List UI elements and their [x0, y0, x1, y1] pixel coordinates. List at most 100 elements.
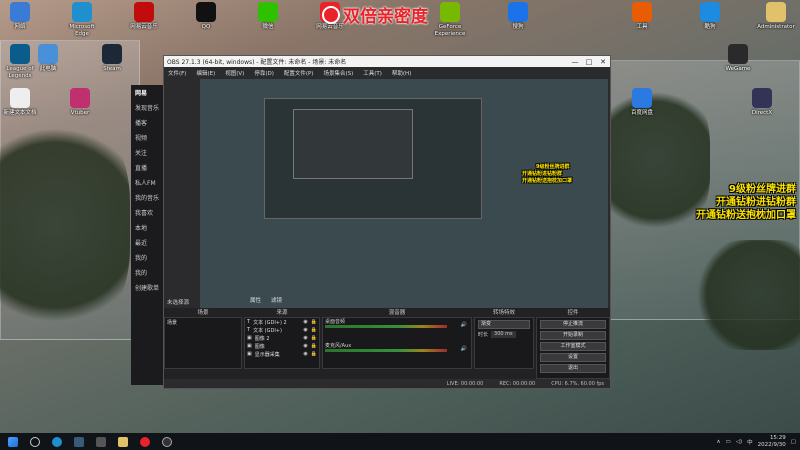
status-item: REC: 00:00:00 — [499, 380, 536, 387]
image-source-icon: ▣ — [247, 343, 252, 349]
control-button[interactable]: 开始录制 — [540, 331, 606, 340]
desktop-icon[interactable]: 网易云音乐 — [124, 2, 164, 31]
baidu-icon — [632, 88, 652, 108]
search-icon[interactable] — [30, 436, 40, 447]
volume-meter — [325, 325, 447, 328]
scene-item[interactable]: 场景 — [165, 318, 241, 326]
steam-icon — [102, 44, 122, 64]
transition-select[interactable]: 渐变 — [478, 320, 530, 329]
music-icon — [134, 2, 154, 22]
menu-item[interactable]: 场景集合(S) — [323, 69, 353, 77]
lock-icon[interactable]: 🔒 — [311, 351, 317, 357]
menu-item[interactable]: 停靠(D) — [254, 69, 274, 77]
desktop-icon[interactable]: QQ — [186, 2, 226, 31]
start-icon[interactable] — [8, 436, 18, 447]
edge-icon — [72, 2, 92, 22]
desktop-icon-label: 此电脑 — [39, 66, 57, 72]
control-button[interactable]: 退出 — [540, 364, 606, 373]
source-item[interactable]: ▣ 显示器采集 ◉ 🔒 — [245, 350, 319, 358]
desktop-icon[interactable]: Steam — [92, 44, 132, 73]
desktop-icon[interactable]: 网络 — [0, 2, 40, 31]
obs-preview[interactable]: 9级粉丝牌进群 开通钻粉进钻粉群 开通钻粉送抱枕加口罩 — [200, 79, 608, 309]
steam-taskbar-icon[interactable] — [74, 436, 84, 447]
edge-taskbar-icon[interactable] — [52, 436, 62, 447]
lock-icon[interactable]: 🔒 — [311, 335, 317, 341]
obs-titlebar: OBS 27.1.3 (64-bit, windows) - 配置文件: 未命名… — [164, 56, 610, 67]
control-button[interactable]: 设置 — [540, 353, 606, 362]
nested-preview-2 — [293, 109, 413, 179]
menu-item[interactable]: 文件(F) — [168, 69, 186, 77]
clock[interactable]: 15:29 2022/9/30 — [758, 435, 786, 448]
terminal-taskbar-icon[interactable] — [96, 436, 106, 447]
notification-icon[interactable]: ▢ — [791, 439, 796, 445]
duration-input[interactable]: 300 ms — [491, 331, 516, 338]
source-item[interactable]: ▣ 图像 ◉ 🔒 — [245, 342, 319, 350]
menu-item[interactable]: 工具(T) — [363, 69, 382, 77]
desktop-icon[interactable]: Microsoft Edge — [62, 2, 102, 37]
close-button[interactable]: ✕ — [596, 58, 610, 66]
desktop-icon-label: 新建文本文档 — [3, 110, 37, 116]
speaker-icon[interactable]: 🔊 — [461, 346, 467, 352]
menu-item[interactable]: 编辑(E) — [196, 69, 215, 77]
live-banner: 双倍亲密度 — [322, 2, 428, 27]
control-button[interactable]: 停止推流 — [540, 320, 606, 329]
input-language[interactable]: 中 — [747, 438, 753, 446]
netease-taskbar-icon[interactable] — [140, 436, 150, 447]
speaker-icon[interactable]: 🔊 — [461, 322, 467, 328]
desktop-icon-label: QQ — [201, 24, 211, 30]
volume-tray-icon[interactable]: ◁) — [736, 439, 742, 445]
sources-list[interactable]: T 文本 (GDI+) 2 ◉ 🔒 T 文本 (GDI+) ◉ 🔒 ▣ 图像 2 ◉ 🔒 ▣ 图像 ◉ 🔒 ▣ 显… — [244, 317, 320, 369]
scenes-list[interactable]: 场景 — [164, 317, 242, 369]
obs-taskbar-icon[interactable] — [162, 436, 172, 447]
lock-icon[interactable]: 🔒 — [311, 319, 317, 325]
lock-icon[interactable]: 🔒 — [311, 327, 317, 333]
tab-filters[interactable]: 滤镜 — [271, 296, 282, 304]
wechat-icon — [258, 2, 278, 22]
desktop-icon[interactable]: WeGame — [718, 44, 758, 73]
controls-title: 控件 — [567, 310, 579, 316]
desktop-icon[interactable]: 新建文本文档 — [0, 88, 40, 117]
control-button[interactable]: 工作室模式 — [540, 342, 606, 351]
desktop-icon[interactable]: Administrator — [756, 2, 796, 31]
network-tray-icon[interactable]: ▭ — [725, 439, 730, 445]
status-item: LIVE: 00:00:00 — [446, 380, 484, 387]
visibility-icon[interactable]: ◉ — [303, 351, 307, 357]
lock-icon[interactable]: 🔒 — [311, 343, 317, 349]
desktop-icon[interactable]: 此电脑 — [28, 44, 68, 73]
preview-fan-line-1: 9级粉丝牌进群 — [536, 164, 570, 170]
mixer-channel-desktop: 桌面音频 🔊 — [323, 318, 471, 332]
taskbar: ∧ ▭ ◁) 中 15:29 2022/9/30 ▢ — [0, 433, 800, 450]
duration-label: 时长 — [478, 332, 489, 338]
visibility-icon[interactable]: ◉ — [303, 335, 307, 341]
explorer-taskbar-icon[interactable] — [118, 436, 128, 447]
wegame-icon — [728, 44, 748, 64]
obs-title: OBS 27.1.3 (64-bit, windows) - 配置文件: 未命名… — [167, 59, 347, 66]
chevron-up-icon[interactable]: ∧ — [716, 439, 720, 445]
desktop-icon[interactable]: 百度网盘 — [622, 88, 662, 117]
menu-item[interactable]: 配置文件(P) — [284, 69, 314, 77]
tab-properties[interactable]: 属性 — [250, 296, 261, 304]
desktop-icon[interactable]: DirectX — [742, 88, 782, 117]
desktop-icon-label: 微信 — [262, 24, 274, 30]
desktop-icon[interactable]: 微信 — [248, 2, 288, 31]
maximize-button[interactable]: □ — [582, 58, 596, 66]
mixer-title: 混音器 — [388, 310, 406, 316]
menu-item[interactable]: 帮助(H) — [392, 69, 411, 77]
source-item[interactable]: ▣ 图像 2 ◉ 🔒 — [245, 334, 319, 342]
tool-icon — [632, 2, 652, 22]
netease-logo-icon — [322, 5, 340, 24]
visibility-icon[interactable]: ◉ — [303, 319, 307, 325]
desktop-icon[interactable]: Vtuber — [60, 88, 100, 117]
scenes-title: 场景 — [197, 310, 209, 316]
source-item[interactable]: T 文本 (GDI+) 2 ◉ 🔒 — [245, 318, 319, 326]
no-source-label: 未选择源 — [167, 300, 190, 306]
desktop-icon[interactable]: GeForce Experience — [430, 2, 470, 37]
desktop-icon[interactable]: 搜狗 — [498, 2, 538, 31]
source-item[interactable]: T 文本 (GDI+) ◉ 🔒 — [245, 326, 319, 334]
visibility-icon[interactable]: ◉ — [303, 327, 307, 333]
minimize-button[interactable]: — — [568, 58, 582, 66]
desktop-icon[interactable]: 工具 — [622, 2, 662, 31]
visibility-icon[interactable]: ◉ — [303, 343, 307, 349]
menu-item[interactable]: 视图(V) — [225, 69, 244, 77]
desktop-icon[interactable]: 酷狗 — [690, 2, 730, 31]
